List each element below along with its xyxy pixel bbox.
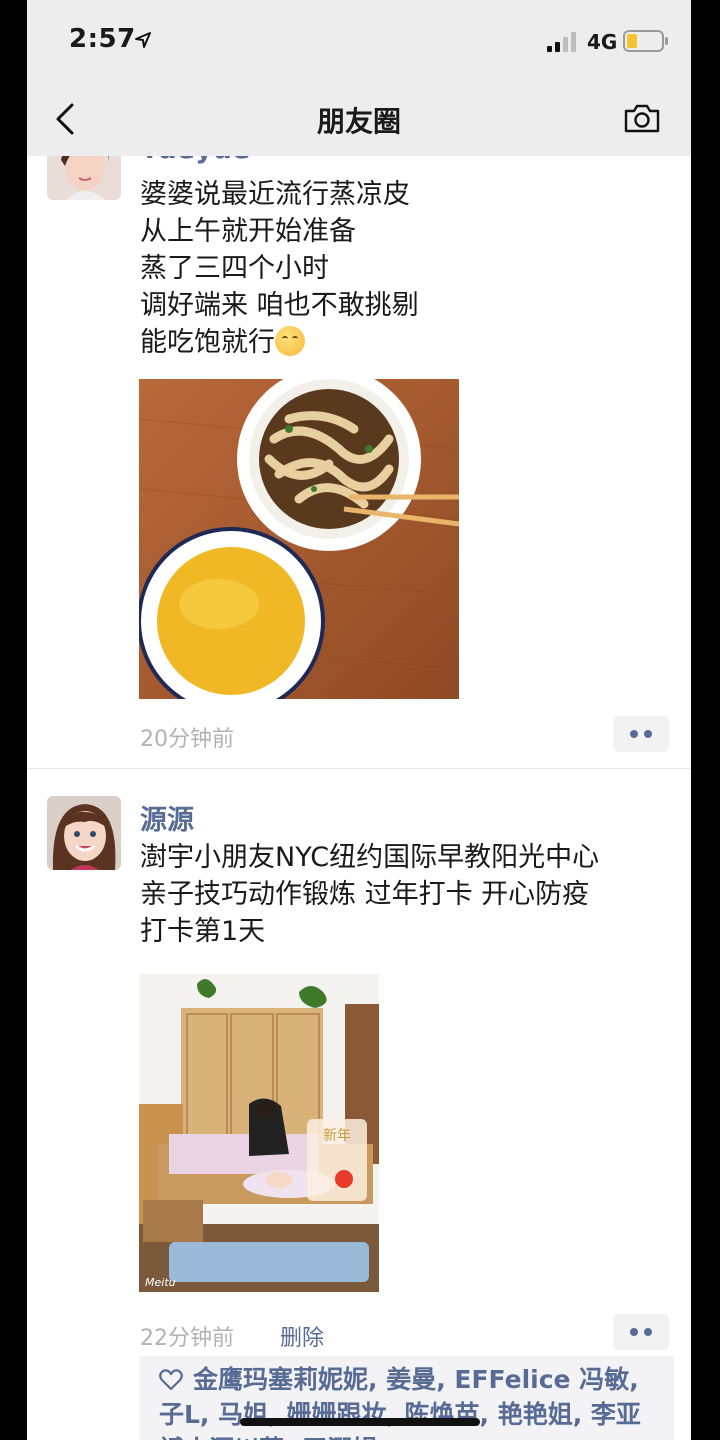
post-text: 婆婆说最近流行蒸凉皮 从上午就开始准备 蒸了三四个小时 调好端来 咱也不敢挑剔 … — [140, 176, 680, 361]
post-text-line: 澍宇小朋友NYC纽约国际早教阳光中心 — [140, 842, 600, 873]
location-arrow-icon — [135, 32, 151, 48]
camera-icon[interactable] — [623, 102, 661, 134]
moment-post: Yueyue 婆婆说最近流行蒸凉皮 从上午就开始准备 蒸了三四个小时 调好端来 … — [27, 156, 691, 768]
post-text-line: 调好端来 咱也不敢挑剔 — [140, 290, 419, 321]
post-photo[interactable]: 新年 Meitu — [139, 974, 379, 1292]
nav-bar: 朋友圈 — [27, 80, 691, 156]
likes-box: 金鹰玛塞莉妮妮, 姜曼, EFFelice 冯敏, 子L, 马姐, 姗姗跟妆, … — [139, 1356, 674, 1440]
likes-names[interactable]: 斌小潭川菜, 王潤娟 — [159, 1432, 660, 1440]
status-time: 2:57 — [69, 24, 136, 54]
likes-names[interactable]: 子L, 马姐, 姗姗跟妆, 陈焕苗, 艳艳姐, 李亚 — [159, 1397, 660, 1432]
device-frame-right — [691, 0, 720, 1440]
post-text-line: 婆婆说最近流行蒸凉皮 — [140, 179, 410, 210]
post-text: 澍宇小朋友NYC纽约国际早教阳光中心 亲子技巧动作锻炼 过年打卡 开心防疫 打卡… — [140, 839, 680, 950]
likes-list: 金鹰玛塞莉妮妮, 姜曼, EFFelice 冯敏, 子L, 马姐, 姗姗跟妆, … — [159, 1362, 660, 1440]
post-text-line: 从上午就开始准备 — [140, 216, 356, 247]
signal-icon — [547, 32, 576, 52]
photo-stamp-text: 新年 — [323, 1128, 351, 1144]
device-frame-left — [0, 0, 27, 1440]
moment-post: 源源 澍宇小朋友NYC纽约国际早教阳光中心 亲子技巧动作锻炼 过年打卡 开心防疫… — [27, 768, 691, 1440]
heart-icon — [159, 1369, 183, 1391]
moments-feed[interactable]: Yueyue 婆婆说最近流行蒸凉皮 从上午就开始准备 蒸了三四个小时 调好端来 … — [27, 156, 691, 1440]
likes-names[interactable]: 金鹰玛塞莉妮妮, 姜曼, EFFelice 冯敏, — [193, 1365, 639, 1394]
phone-screen: 2:57 4G 朋友圈 婆婆说最近流行蒸凉皮 从上午就开始准备 蒸了三四个小时 … — [27, 0, 691, 1440]
photo-watermark-text: Meitu — [145, 1276, 176, 1289]
post-text-line: 亲子技巧动作锻炼 过年打卡 开心防疫 — [140, 879, 590, 910]
network-type: 4G — [587, 30, 618, 54]
more-icon[interactable] — [613, 1314, 669, 1350]
likes-line: 金鹰玛塞莉妮妮, 姜曼, EFFelice 冯敏, — [159, 1362, 660, 1397]
smiling-face-icon — [275, 326, 305, 356]
post-time: 22分钟前 — [140, 1326, 234, 1351]
post-photo[interactable] — [139, 379, 459, 699]
post-text-line: 打卡第1天 — [140, 916, 266, 947]
post-author[interactable]: 源源 — [140, 798, 194, 837]
more-icon[interactable] — [613, 716, 669, 752]
post-author[interactable]: Yueyue — [140, 156, 250, 165]
home-indicator[interactable] — [240, 1418, 480, 1426]
post-text-line: 能吃饱就行 — [140, 327, 275, 358]
delete-post-link[interactable]: 删除 — [280, 1320, 324, 1352]
battery-icon — [623, 30, 668, 52]
avatar[interactable] — [47, 796, 121, 870]
avatar[interactable] — [47, 156, 121, 200]
post-text-line: 蒸了三四个小时 — [140, 253, 329, 284]
post-text-line-with-emoji: 能吃饱就行 — [140, 324, 680, 361]
page-title: 朋友圈 — [316, 105, 401, 138]
status-bar: 2:57 4G — [27, 0, 691, 80]
post-time: 20分钟前 — [140, 727, 234, 752]
